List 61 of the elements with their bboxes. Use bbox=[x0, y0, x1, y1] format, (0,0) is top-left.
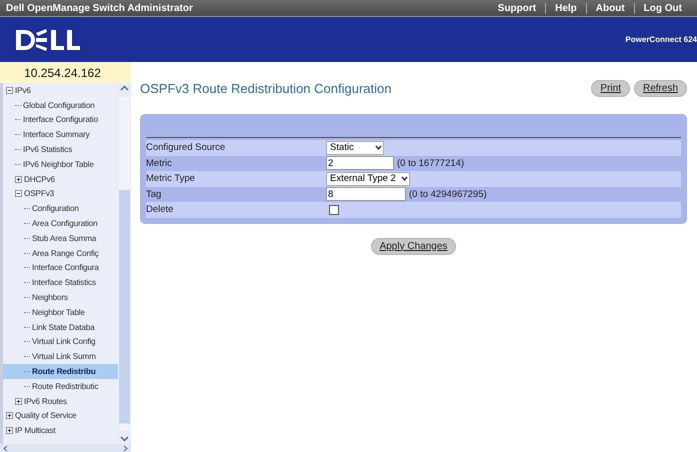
horizontal-scrollbar[interactable] bbox=[0, 444, 131, 452]
checkbox[interactable] bbox=[329, 204, 339, 215]
expand-icon[interactable] bbox=[15, 398, 22, 405]
tree-item[interactable]: Interface Configura bbox=[32, 263, 99, 272]
tree-item[interactable]: IPv6 bbox=[15, 86, 31, 95]
tree-item[interactable]: Global Configuration bbox=[23, 100, 95, 110]
field-label: Metric bbox=[146, 158, 173, 169]
scroll-down-icon[interactable] bbox=[120, 436, 129, 442]
tree-item[interactable]: Quality of Service bbox=[15, 411, 76, 420]
vertical-scrollbar[interactable] bbox=[118, 83, 131, 444]
scroll-right-icon[interactable] bbox=[123, 444, 128, 452]
tree-item[interactable]: Stub Area Summa bbox=[32, 234, 96, 243]
caret-icon bbox=[400, 174, 409, 184]
input-field[interactable]: 2 bbox=[326, 156, 394, 170]
top-link[interactable]: About bbox=[586, 2, 634, 14]
expand-icon[interactable] bbox=[6, 427, 13, 434]
top-link[interactable]: Help bbox=[545, 2, 586, 14]
tree-item[interactable]: Interface Summary bbox=[23, 130, 90, 140]
tree-item[interactable]: IPv6 Routes bbox=[24, 396, 67, 406]
tree-item[interactable]: Neighbors bbox=[32, 293, 68, 302]
tree-item[interactable]: Route Redistribu bbox=[32, 367, 96, 376]
range-hint: (0 to 4294967295) bbox=[409, 188, 487, 200]
expand-icon[interactable] bbox=[6, 412, 13, 420]
toolbar-button[interactable]: Refresh bbox=[634, 80, 687, 96]
ip-address: 10.254.24.162 bbox=[0, 62, 131, 83]
toolbar-button[interactable]: Print bbox=[591, 80, 630, 96]
tree-item[interactable]: DHCPv6 bbox=[24, 174, 55, 184]
apply-button[interactable]: Apply Changes bbox=[370, 238, 456, 254]
tree-item[interactable]: OSPFv3 bbox=[24, 189, 54, 198]
top-link[interactable]: Log Out bbox=[634, 2, 691, 14]
tree-item[interactable]: Interface Configuratio bbox=[23, 115, 98, 124]
dropdown[interactable]: Static bbox=[326, 140, 384, 155]
tree-item[interactable]: Virtual Link Summ bbox=[32, 352, 96, 362]
field-label: Tag bbox=[146, 188, 162, 200]
field-label: Delete bbox=[146, 204, 174, 216]
collapse-icon[interactable] bbox=[15, 190, 22, 198]
range-hint: (0 to 16777214) bbox=[397, 158, 464, 169]
field-label: Configured Source bbox=[146, 142, 226, 154]
page-title: OSPFv3 Route Redistribution Configuration bbox=[140, 80, 392, 96]
top-link[interactable]: Support bbox=[488, 2, 546, 14]
field-label: Metric Type bbox=[146, 173, 196, 184]
tree-item[interactable]: Link State Databa bbox=[32, 322, 95, 332]
input-field[interactable]: 8 bbox=[326, 187, 406, 202]
tree-item[interactable]: IP Multicast bbox=[15, 426, 56, 436]
tree-item[interactable]: Virtual Link Config bbox=[32, 337, 96, 346]
product-name: PowerConnect 624 bbox=[625, 35, 697, 44]
tree-item[interactable]: IPv6 Neighbor Table bbox=[23, 160, 94, 169]
tree-item[interactable]: Interface Statistics bbox=[32, 278, 96, 288]
tree-item[interactable]: Configuration bbox=[32, 204, 79, 214]
expand-icon[interactable] bbox=[15, 176, 22, 183]
tree-item[interactable]: Neighbor Table bbox=[32, 308, 85, 317]
tree-item[interactable]: IPv6 Statistics bbox=[23, 145, 72, 154]
caret-icon bbox=[374, 143, 383, 152]
tree-item[interactable]: Area Configuration bbox=[32, 219, 98, 228]
collapse-icon[interactable] bbox=[6, 86, 13, 94]
tree-item[interactable]: Area Range Confiç bbox=[32, 248, 99, 258]
app-title: Dell OpenManage Switch Administrator bbox=[6, 2, 194, 14]
dropdown[interactable]: External Type 2 bbox=[326, 172, 410, 186]
scroll-up-icon[interactable] bbox=[120, 85, 129, 91]
scroll-left-icon[interactable] bbox=[3, 444, 8, 452]
tree-item[interactable]: Route Redistributic bbox=[32, 382, 98, 391]
